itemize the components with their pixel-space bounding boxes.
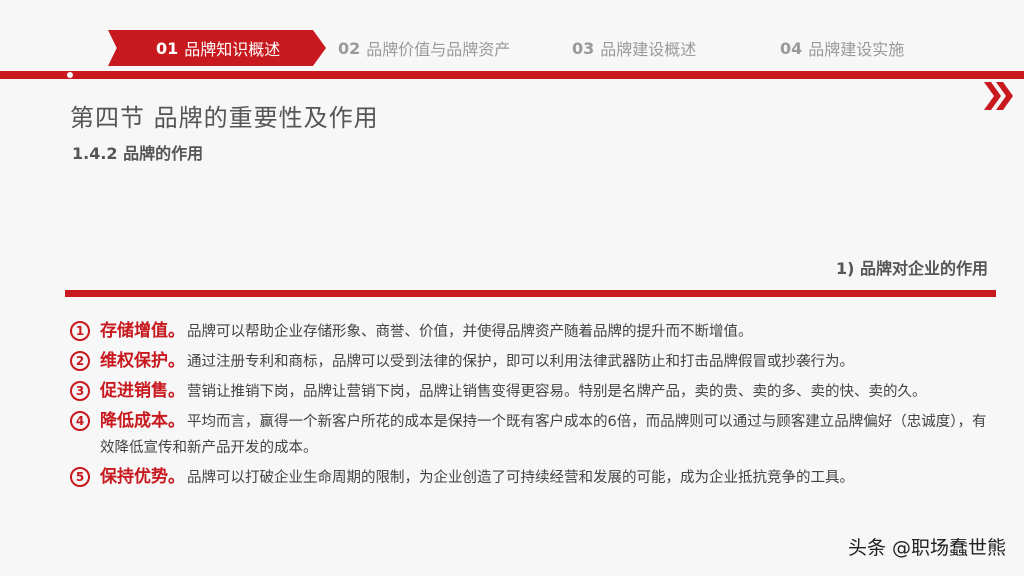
item-text: 营销让推销下岗，品牌让营销下岗，品牌让销售变得更容易。特别是名牌产品，卖的贵、卖…: [187, 384, 927, 400]
item-heading: 维权保护。: [100, 351, 185, 371]
tab-label: 品牌知识概述: [184, 40, 281, 59]
circled-number-marker: 1: [70, 321, 90, 341]
section-title: 第四节 品牌的重要性及作用: [70, 104, 379, 132]
tab-number: 03: [572, 38, 595, 58]
item-heading: 降低成本。: [100, 411, 185, 431]
tab-brand-building-overview[interactable]: 03 品牌建设概述: [572, 30, 696, 66]
tab-label: 品牌建设概述: [600, 40, 697, 59]
list-item: 5 保持优势。 品牌可以打破企业生命周期的限制，为企业创造了可持续经营和发展的可能…: [70, 464, 995, 491]
item-heading: 存储增值。: [100, 321, 185, 341]
circled-number-marker: 5: [70, 467, 90, 487]
progress-dot: [67, 72, 73, 78]
item-heading: 保持优势。: [100, 467, 185, 487]
circled-number-marker: 3: [70, 381, 90, 401]
circled-number-marker: 4: [70, 411, 90, 431]
top-divider-bar: [0, 71, 1024, 79]
watermark: 头条 @职场蠢世熊: [847, 537, 1006, 559]
top-navigation: 01 品牌知识概述 02 品牌价值与品牌资产 03 品牌建设概述 04 品牌建设…: [0, 30, 1024, 66]
tab-brand-value[interactable]: 02 品牌价值与品牌资产: [338, 30, 510, 66]
tab-number: 01: [156, 38, 179, 58]
tab-brand-knowledge[interactable]: 01 品牌知识概述: [108, 30, 326, 66]
tab-brand-building-implementation[interactable]: 04 品牌建设实施: [780, 30, 904, 66]
tab-label: 品牌建设实施: [808, 40, 905, 59]
list-item: 4 降低成本。 平均而言，赢得一个新客户所花的成本是保持一个既有客户成本的6倍，而…: [70, 408, 995, 461]
subsection-heading: 1.4.2 品牌的作用: [72, 144, 204, 163]
item-text: 品牌可以帮助企业存储形象、商誉、价值，并使得品牌资产随着品牌的提升而不断增值。: [187, 324, 753, 340]
function-list: 1 存储增值。 品牌可以帮助企业存储形象、商誉、价值，并使得品牌资产随着品牌的提升…: [70, 318, 995, 494]
content-divider-bar: [65, 290, 996, 297]
item-text: 通过注册专利和商标，品牌可以受到法律的保护，即可以利用法律武器防止和打击品牌假冒…: [187, 354, 854, 370]
tab-number: 02: [338, 38, 361, 58]
circled-number-marker: 2: [70, 351, 90, 371]
tab-number: 04: [780, 38, 803, 58]
list-item: 2 维权保护。 通过注册专利和商标，品牌可以受到法律的保护，即可以利用法律武器防止…: [70, 348, 995, 375]
double-chevron-right-icon[interactable]: [982, 76, 1016, 116]
list-item: 1 存储增值。 品牌可以帮助企业存储形象、商誉、价值，并使得品牌资产随着品牌的提升…: [70, 318, 995, 345]
tab-label: 品牌价值与品牌资产: [366, 40, 511, 59]
item-heading: 促进销售。: [100, 381, 185, 401]
content-subtitle: 1) 品牌对企业的作用: [835, 259, 988, 278]
list-item: 3 促进销售。 营销让推销下岗，品牌让营销下岗，品牌让销售变得更容易。特别是名牌产…: [70, 378, 995, 405]
item-text: 品牌可以打破企业生命周期的限制，为企业创造了可持续经营和发展的可能，成为企业抵抗…: [187, 470, 854, 486]
item-text: 平均而言，赢得一个新客户所花的成本是保持一个既有客户成本的6倍，而品牌则可以通过…: [100, 414, 987, 456]
